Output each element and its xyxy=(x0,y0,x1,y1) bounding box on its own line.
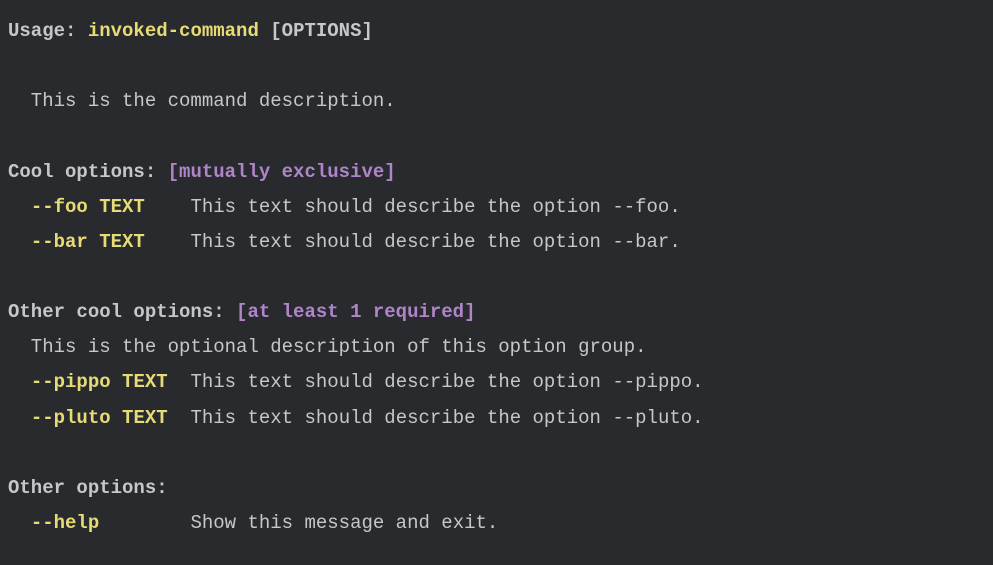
command-name: invoked-command xyxy=(88,20,259,42)
option-desc: This text should describe the option --b… xyxy=(190,231,680,253)
option-help: --help Show this message and exit. xyxy=(8,506,985,541)
section-title: Other options: xyxy=(8,477,168,499)
blank-line xyxy=(8,260,985,295)
blank-line xyxy=(8,119,985,154)
usage-line: Usage: invoked-command [OPTIONS] xyxy=(8,14,985,49)
section-header-other-options: Other options: xyxy=(8,471,985,506)
option-desc: This text should describe the option --p… xyxy=(190,371,703,393)
section-title: Cool options: xyxy=(8,161,168,183)
blank-line xyxy=(8,49,985,84)
option-pippo: --pippo TEXT This text should describe t… xyxy=(8,365,985,400)
blank-line xyxy=(8,436,985,471)
option-name: --help xyxy=(31,512,99,534)
section-constraint: [mutually exclusive] xyxy=(168,161,396,183)
option-name: --bar xyxy=(31,231,88,253)
usage-label: Usage: xyxy=(8,20,88,42)
option-type: TEXT xyxy=(111,371,168,393)
usage-args: [OPTIONS] xyxy=(259,20,373,42)
option-type: TEXT xyxy=(88,196,145,218)
option-pluto: --pluto TEXT This text should describe t… xyxy=(8,401,985,436)
option-foo: --foo TEXT This text should describe the… xyxy=(8,190,985,225)
section-constraint: [at least 1 required] xyxy=(236,301,475,323)
option-desc: Show this message and exit. xyxy=(190,512,498,534)
section-header-other-cool-options: Other cool options: [at least 1 required… xyxy=(8,295,985,330)
option-desc: This text should describe the option --f… xyxy=(190,196,680,218)
option-name: --pluto xyxy=(31,407,111,429)
option-bar: --bar TEXT This text should describe the… xyxy=(8,225,985,260)
section-title: Other cool options: xyxy=(8,301,236,323)
option-type: TEXT xyxy=(88,231,145,253)
group-description: This is the optional description of this… xyxy=(8,330,985,365)
command-description: This is the command description. xyxy=(8,84,985,119)
option-type: TEXT xyxy=(111,407,168,429)
option-name: --foo xyxy=(31,196,88,218)
section-header-cool-options: Cool options: [mutually exclusive] xyxy=(8,155,985,190)
option-name: --pippo xyxy=(31,371,111,393)
option-desc: This text should describe the option --p… xyxy=(190,407,703,429)
